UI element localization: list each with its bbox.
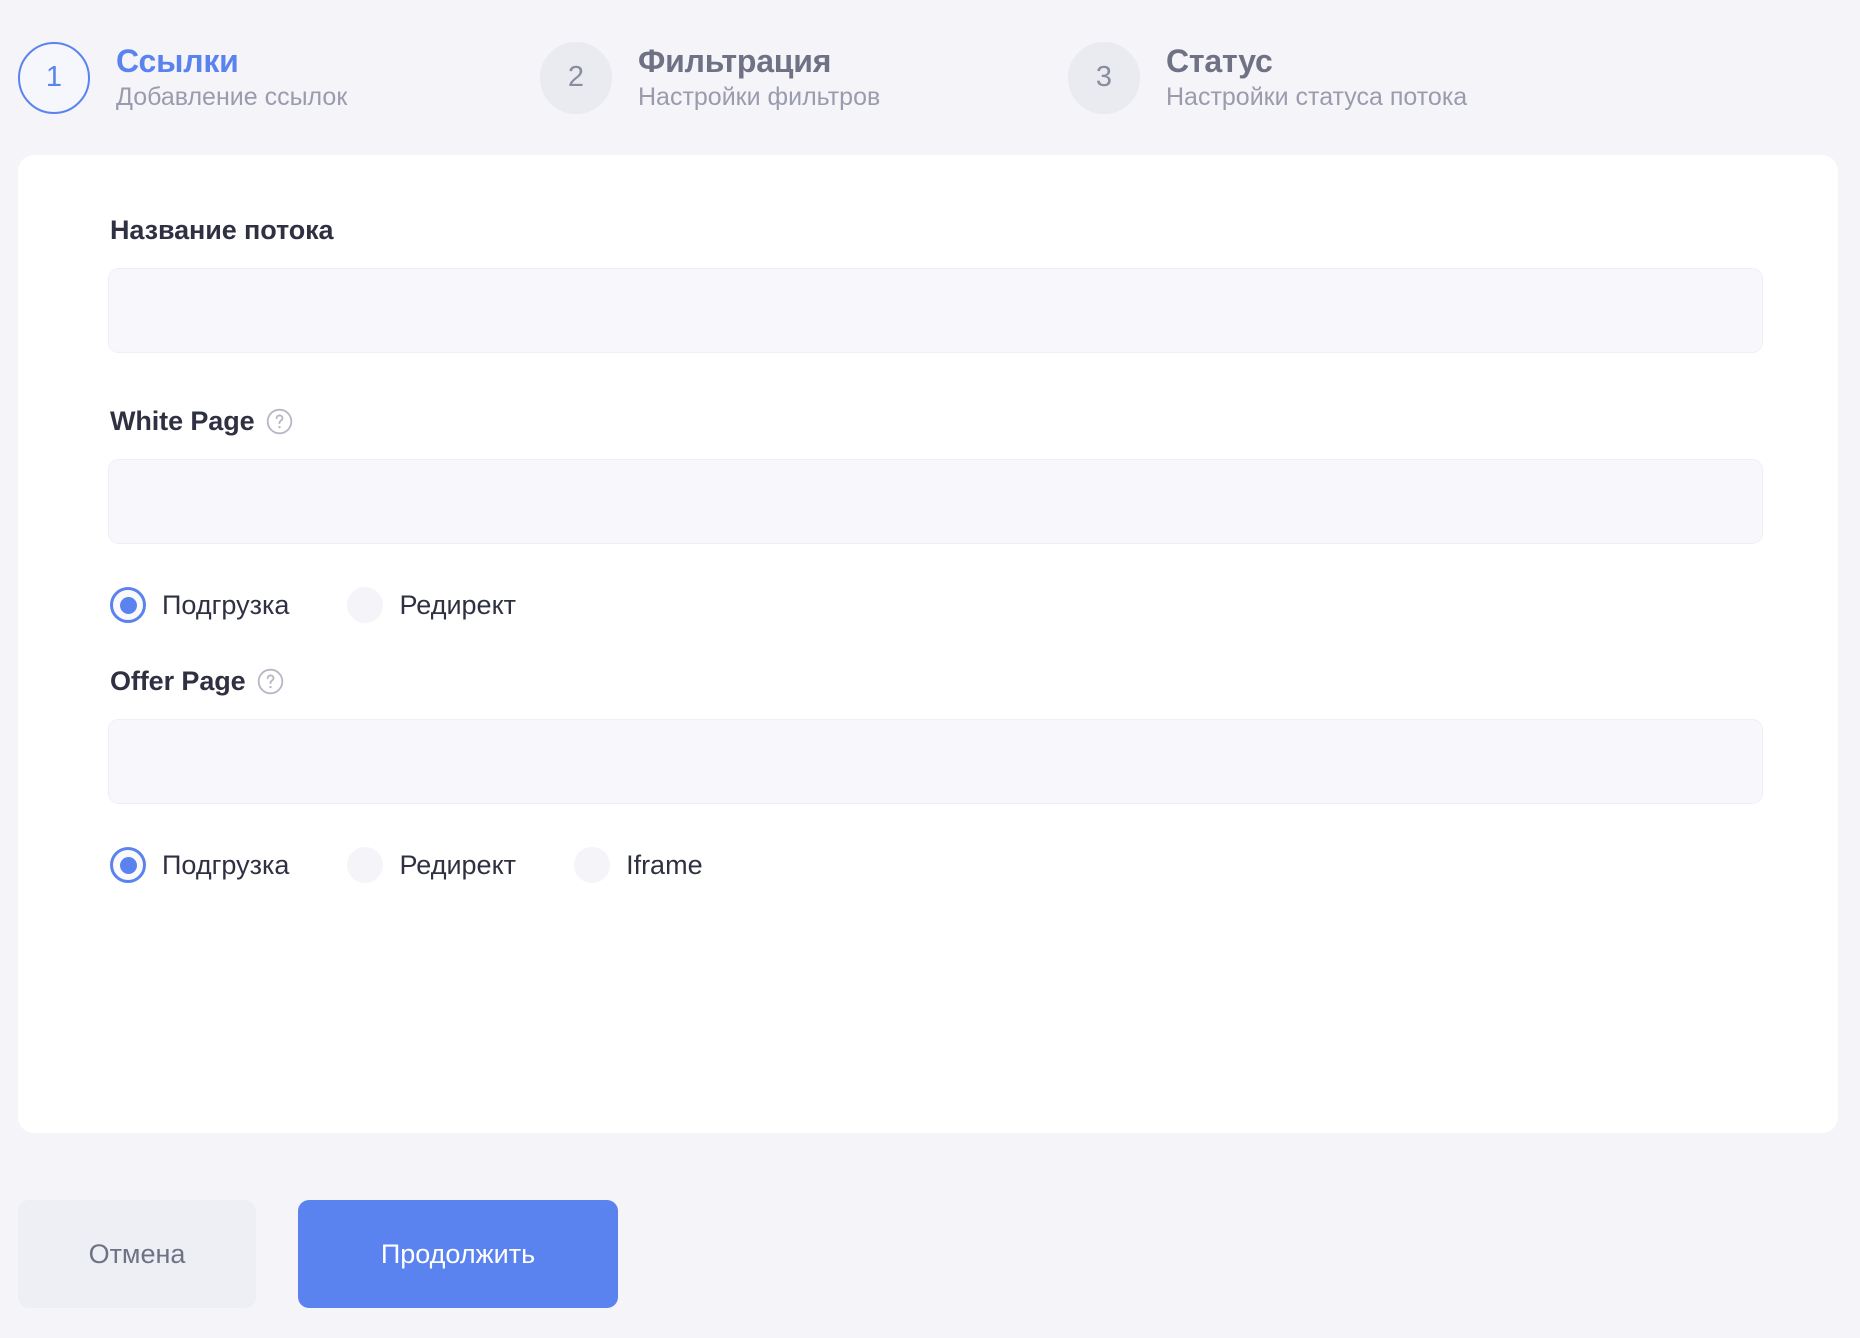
step-3-number: 3 xyxy=(1095,61,1113,93)
offer-page-label-text: Offer Page xyxy=(110,666,246,696)
question-circle-icon[interactable] xyxy=(266,408,293,435)
flow-name-label-text: Название потока xyxy=(110,215,334,245)
question-circle-icon[interactable] xyxy=(257,668,284,695)
offer-page-mode-option-label: Подгрузка xyxy=(162,849,290,880)
step-3-status[interactable]: 3 Статус Настройки статуса потока xyxy=(1068,41,1768,114)
step-2-title: Фильтрация xyxy=(638,42,832,79)
white-page-label: White Page xyxy=(110,406,1763,437)
offer-page-mode-option-podgruzka[interactable]: Подгрузка xyxy=(110,847,289,883)
offer-page-mode-option-label: Iframe xyxy=(626,849,703,880)
continue-button[interactable]: Продолжить xyxy=(298,1200,618,1308)
white-page-input[interactable] xyxy=(108,459,1763,544)
flow-name-input[interactable] xyxy=(108,268,1763,353)
step-2-number-circle: 2 xyxy=(540,41,612,114)
form-card: Название потока White Page Подгрузка Ред… xyxy=(18,155,1838,1133)
radio-unselected-icon xyxy=(347,587,384,623)
wizard-stepper: 1 Ссылки Добавление ссылок 2 Фильтрация … xyxy=(0,0,1860,155)
step-1-number: 1 xyxy=(45,61,63,93)
step-1-subtitle: Добавление ссылок xyxy=(116,82,348,111)
step-3-subtitle: Настройки статуса потока xyxy=(1166,82,1468,111)
offer-page-input[interactable] xyxy=(108,719,1763,804)
step-1-number-circle: 1 xyxy=(18,41,90,114)
step-2-text: Фильтрация Настройки фильтров xyxy=(638,42,881,112)
white-page-label-text: White Page xyxy=(110,406,255,436)
offer-page-mode-option-label: Редирект xyxy=(399,849,517,880)
radio-unselected-icon xyxy=(574,847,611,883)
radio-unselected-icon xyxy=(347,847,384,883)
step-3-title: Статус xyxy=(1166,42,1273,79)
step-3-number-circle: 3 xyxy=(1068,41,1140,114)
radio-selected-icon xyxy=(110,587,146,623)
offer-page-mode-option-iframe[interactable]: Iframe xyxy=(574,847,703,883)
step-1-links[interactable]: 1 Ссылки Добавление ссылок xyxy=(18,41,540,114)
white-page-mode-radio-group: Подгрузка Редирект xyxy=(110,587,1763,623)
step-3-text: Статус Настройки статуса потока xyxy=(1166,42,1468,112)
wizard-footer: Отмена Продолжить xyxy=(18,1200,618,1308)
offer-page-label: Offer Page xyxy=(110,666,1763,697)
white-page-mode-option-label: Подгрузка xyxy=(162,589,290,620)
form-card-content: Название потока White Page Подгрузка Ред… xyxy=(18,155,1838,883)
white-page-mode-option-label: Редирект xyxy=(399,589,517,620)
flow-name-label: Название потока xyxy=(110,215,1763,246)
offer-page-mode-radio-group: Подгрузка Редирект Iframe xyxy=(110,847,1763,883)
step-2-number: 2 xyxy=(567,61,585,93)
step-1-title: Ссылки xyxy=(116,42,239,79)
offer-page-mode-option-redirect[interactable]: Редирект xyxy=(347,847,516,883)
white-page-mode-option-podgruzka[interactable]: Подгрузка xyxy=(110,587,289,623)
step-2-filtering[interactable]: 2 Фильтрация Настройки фильтров xyxy=(540,41,1068,114)
radio-selected-icon xyxy=(110,847,146,883)
white-page-mode-option-redirect[interactable]: Редирект xyxy=(347,587,516,623)
cancel-button[interactable]: Отмена xyxy=(18,1200,256,1308)
step-2-subtitle: Настройки фильтров xyxy=(638,82,881,111)
step-1-text: Ссылки Добавление ссылок xyxy=(116,42,348,112)
